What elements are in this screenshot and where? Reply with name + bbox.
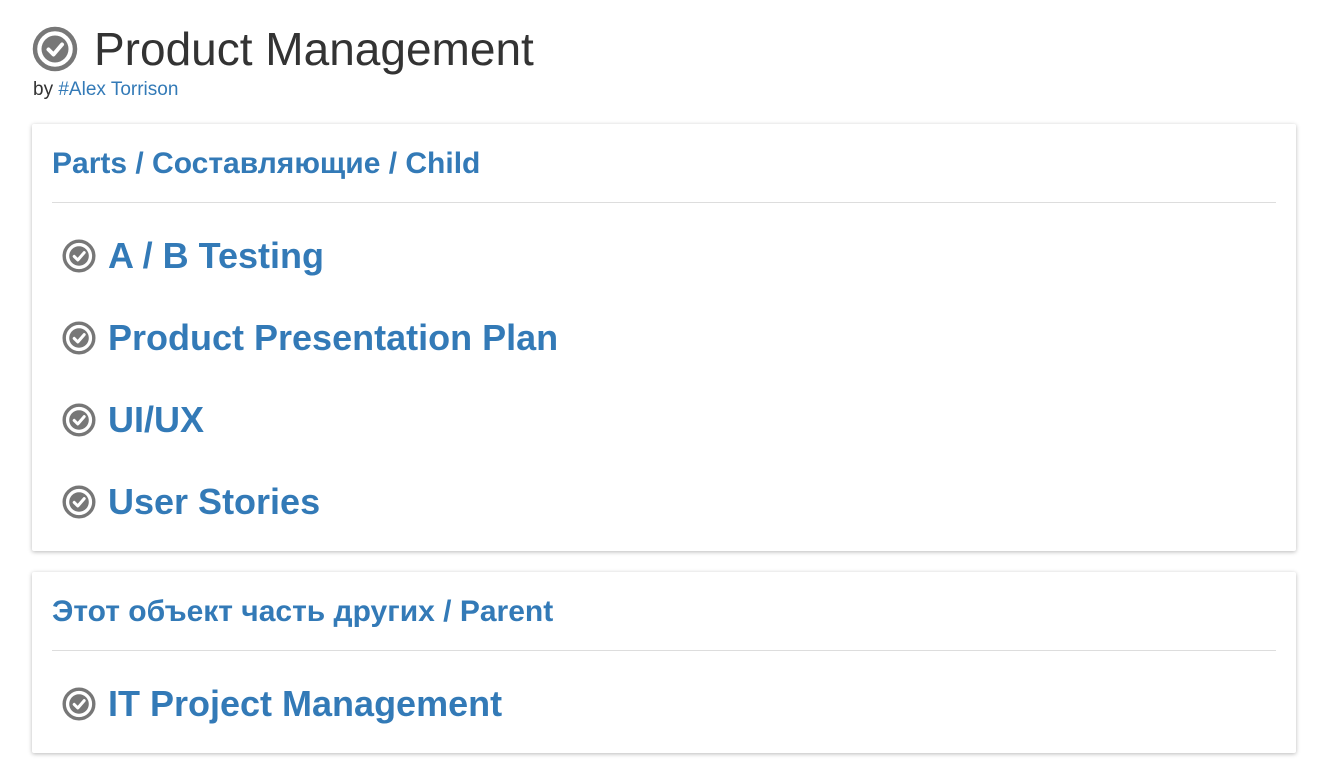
byline-prefix: by bbox=[33, 79, 54, 100]
author-link[interactable]: #Alex Torrison bbox=[58, 79, 178, 100]
list-item[interactable]: Product Presentation Plan bbox=[62, 314, 558, 362]
byline: by #Alex Torrison bbox=[33, 78, 534, 102]
list-item[interactable]: UI/UX bbox=[62, 396, 204, 444]
list-item[interactable]: A / B Testing bbox=[62, 232, 324, 280]
list-item-label: IT Project Management bbox=[108, 683, 503, 724]
page-header: Product Management by #Alex Torrison bbox=[32, 20, 534, 102]
check-circle-icon bbox=[62, 321, 96, 355]
parent-panel-heading[interactable]: Этот объект часть других / Parent bbox=[52, 592, 553, 632]
list-item-label: UI/UX bbox=[108, 399, 205, 440]
title-row: Product Management bbox=[32, 20, 534, 78]
page: Product Management by #Alex Torrison Par… bbox=[0, 0, 1324, 763]
list-item[interactable]: User Stories bbox=[62, 478, 320, 526]
children-panel: Parts / Составляющие / Child A / B Testi… bbox=[32, 124, 1296, 551]
check-circle-icon bbox=[32, 26, 78, 72]
divider bbox=[52, 650, 1276, 651]
divider bbox=[52, 202, 1276, 203]
list-item-label: Product Presentation Plan bbox=[108, 317, 559, 358]
list-item-label: User Stories bbox=[108, 481, 321, 522]
check-circle-icon bbox=[62, 239, 96, 273]
children-panel-heading[interactable]: Parts / Составляющие / Child bbox=[52, 144, 480, 184]
check-circle-icon bbox=[62, 403, 96, 437]
page-title: Product Management bbox=[94, 23, 534, 75]
list-item[interactable]: IT Project Management bbox=[62, 680, 502, 728]
list-item-label: A / B Testing bbox=[108, 235, 324, 276]
parent-panel: Этот объект часть других / Parent IT Pro… bbox=[32, 572, 1296, 753]
check-circle-icon bbox=[62, 485, 96, 519]
check-circle-icon bbox=[62, 687, 96, 721]
